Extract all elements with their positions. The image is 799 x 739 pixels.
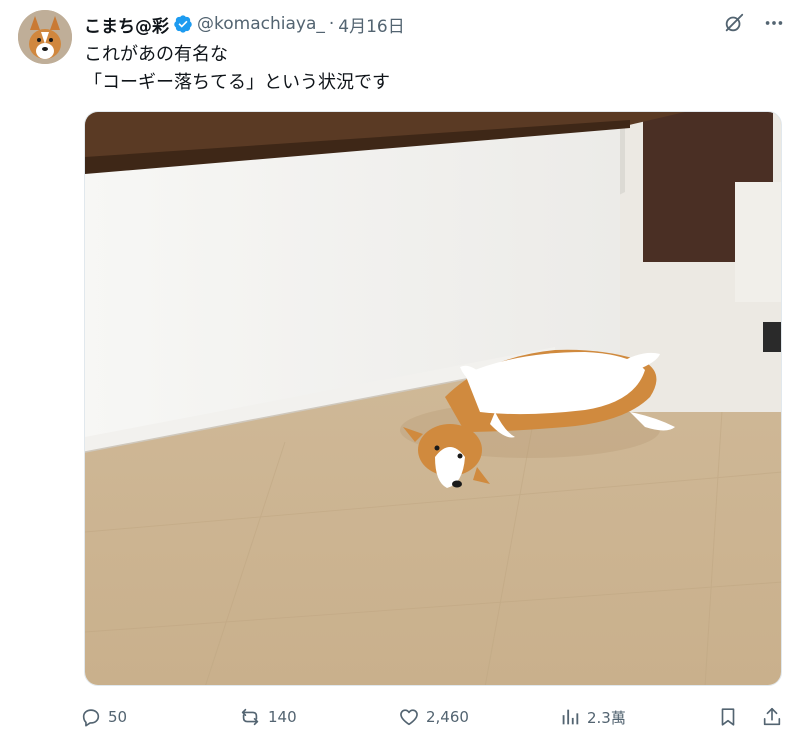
post-actions: 50 140 2,460 2.3萬 — [80, 703, 786, 731]
repost-button[interactable]: 140 — [238, 703, 297, 731]
share-icon — [763, 707, 781, 726]
bookmark-button[interactable] — [717, 703, 739, 731]
post-text: これがあの有名な 「コーギー落ちてる」という状況です — [84, 44, 390, 93]
views-button[interactable]: 2.3萬 — [559, 703, 626, 731]
avatar[interactable] — [18, 10, 72, 64]
separator: · — [328, 14, 335, 34]
repost-icon — [241, 708, 259, 726]
grok-icon[interactable] — [723, 12, 745, 34]
heart-icon — [400, 709, 418, 726]
bookmark-icon — [721, 708, 735, 726]
more-icon[interactable] — [763, 12, 785, 34]
post-top-actions — [723, 12, 785, 34]
repost-count: 140 — [268, 708, 297, 726]
share-button[interactable] — [761, 703, 783, 731]
post-photo[interactable] — [84, 111, 782, 686]
post-date[interactable]: 4月16日 — [338, 12, 404, 37]
reply-icon — [82, 709, 100, 727]
like-count: 2,460 — [426, 708, 469, 726]
post-header: こまち@彩 @komachiaya_ · 4月16日 — [84, 12, 405, 37]
views-icon — [562, 709, 579, 725]
reply-count: 50 — [108, 708, 128, 726]
display-name[interactable]: こまち@彩 — [84, 12, 169, 37]
author-handle[interactable]: @komachiaya_ — [197, 14, 325, 34]
like-button[interactable]: 2,460 — [398, 703, 469, 731]
view-count: 2.3萬 — [587, 708, 626, 727]
reply-button[interactable]: 50 — [80, 703, 127, 731]
verified-badge-icon[interactable] — [173, 14, 193, 34]
